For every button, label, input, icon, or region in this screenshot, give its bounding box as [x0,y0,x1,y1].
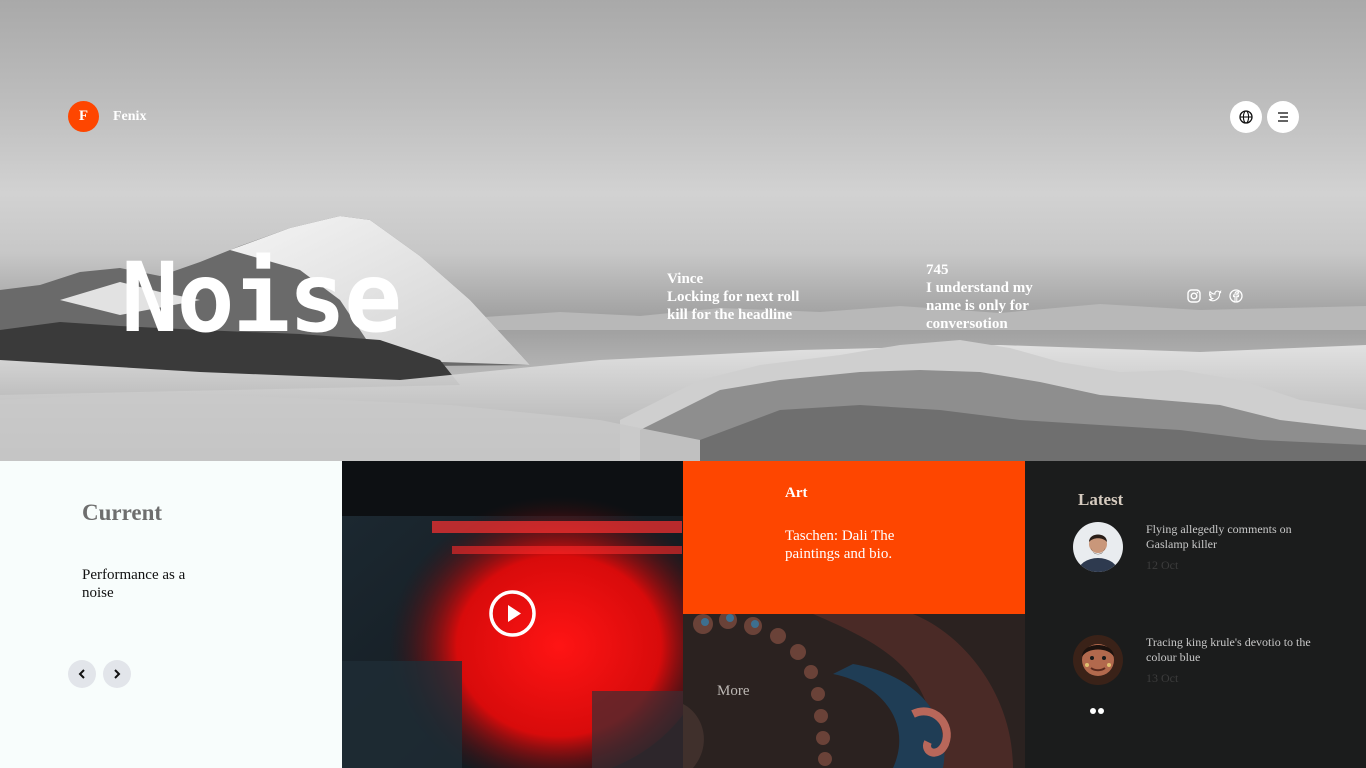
quote-line: name is only for [926,298,1029,314]
latest-date: 12 Oct [1146,558,1179,572]
latest-headline[interactable]: Flying allegedly comments on Gaslamp kil… [1146,522,1316,552]
quote-line: I understand my [926,280,1033,296]
quote-author: Vince [667,271,704,287]
chevron-right-icon [114,669,121,679]
quote-author: 745 [926,262,949,278]
brand-name[interactable]: Fenix [113,109,146,125]
pagination-dots [1090,708,1104,714]
menu-icon [1278,112,1288,122]
art-title[interactable]: Taschen: Dali The paintings and bio. [785,527,925,563]
avatar [1073,635,1123,685]
play-icon [489,590,536,637]
language-button[interactable] [1230,101,1262,133]
quote-line: conversotion [926,316,1008,332]
globe-icon [1239,110,1253,124]
pagination-dot[interactable] [1090,708,1096,714]
current-heading: Current [82,500,163,525]
social-links [1187,289,1243,303]
facebook-icon[interactable] [1229,289,1243,303]
current-panel: Current Performance as a noise [0,461,342,768]
art-card[interactable]: Art Taschen: Dali The paintings and bio. [683,461,1025,614]
play-button[interactable] [489,590,536,637]
latest-headline[interactable]: Tracing king krule's devotio to the colo… [1146,635,1316,665]
top-actions [1230,101,1299,133]
latest-heading: Latest [1078,490,1124,509]
avatar [1073,522,1123,572]
hero-title: Noise [121,242,402,354]
prev-button[interactable] [68,660,96,688]
carousel-nav [68,660,131,688]
mountain-landscape-image [0,216,1366,461]
hero-quote: Vince Locking for next roll kill for the… [667,270,837,324]
menu-button[interactable] [1267,101,1299,133]
pagination-dot[interactable] [1098,708,1104,714]
art-image-panel: More [683,614,1025,768]
latest-panel: Latest Flying allegedly comments on Gasl… [1025,461,1366,768]
instagram-icon[interactable] [1187,289,1201,303]
hero-quote: 745 I understand my name is only for con… [926,261,1056,333]
latest-date: 13 Oct [1146,671,1179,685]
more-link[interactable]: More [717,683,750,700]
quote-line: kill for the headline [667,307,793,323]
art-label: Art [785,485,808,501]
twitter-icon[interactable] [1208,289,1222,303]
chevron-left-icon [78,669,85,679]
brand-logo[interactable]: F [68,101,99,132]
hero-section: F Fenix Noise Vince Locking for next rol… [0,0,1366,461]
brand[interactable]: F Fenix [68,101,146,132]
current-text: Performance as a noise [82,567,186,601]
video-panel[interactable] [342,461,683,768]
quote-line: Locking for next roll [667,289,800,305]
next-button[interactable] [103,660,131,688]
